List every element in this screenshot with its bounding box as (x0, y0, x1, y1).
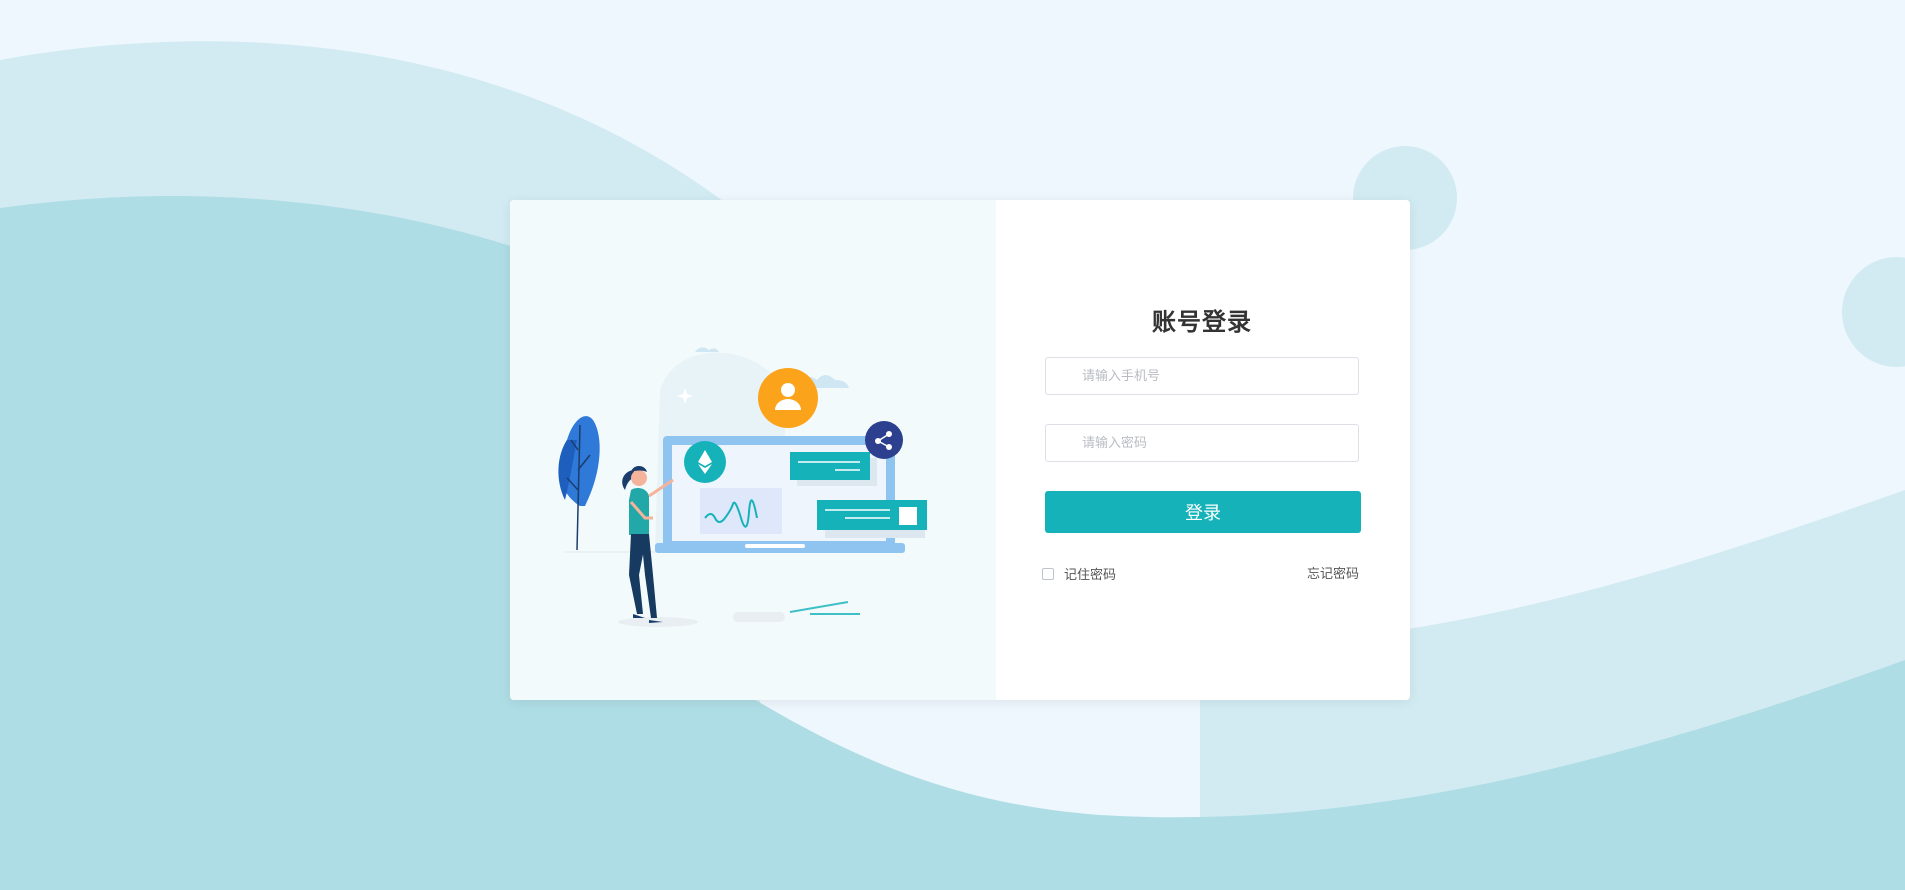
remember-password[interactable]: 记住密码 (1042, 564, 1116, 583)
forgot-password-link[interactable]: 忘记密码 (1307, 563, 1359, 582)
form-title: 账号登录 (1152, 308, 1252, 336)
phone-field[interactable] (1045, 357, 1359, 395)
password-input[interactable] (1046, 425, 1358, 461)
remember-checkbox[interactable] (1042, 567, 1054, 580)
illustration-panel (510, 200, 996, 700)
laptop-illustration (558, 347, 927, 627)
remember-label: 记住密码 (1064, 568, 1117, 583)
password-field[interactable] (1045, 424, 1359, 462)
login-page: 账号登录 登录 记住密码 忘记密码 (0, 0, 1905, 890)
phone-input[interactable] (1046, 358, 1358, 394)
login-button[interactable]: 登录 (1045, 491, 1361, 533)
